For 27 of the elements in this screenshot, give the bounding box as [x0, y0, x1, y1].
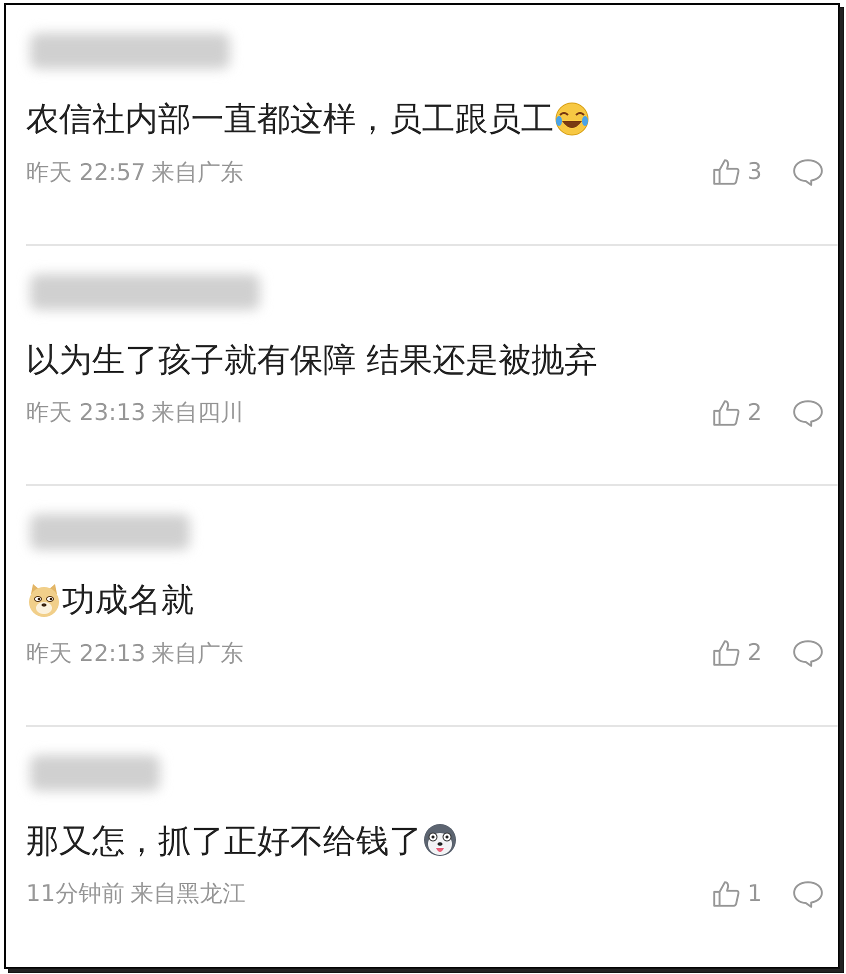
comment-location: 来自四川: [152, 399, 244, 428]
comment-location: 来自黑龙江: [130, 880, 246, 910]
comment-location: 来自广东: [152, 640, 244, 669]
like-count: 2: [747, 640, 762, 666]
comment-location: 来自广东: [152, 158, 244, 188]
comment-text: 农信社内部一直都这样，员工跟员工: [26, 99, 554, 139]
comment-bubble-icon[interactable]: [792, 157, 824, 188]
comment-time: 昨天 22:57: [26, 158, 146, 188]
laughing-crying-emoji-icon: [554, 100, 590, 137]
comment-bubble-icon[interactable]: [792, 878, 824, 909]
comment-text: 以为生了孩子就有保障 结果还是被抛弃: [26, 340, 598, 380]
dog-face-emoji-icon: [26, 582, 62, 618]
like-count: 1: [747, 880, 762, 907]
husky-emoji-icon: [422, 822, 458, 858]
like-count: 3: [747, 159, 762, 186]
thumbs-up-icon[interactable]: [711, 398, 742, 428]
comment-text: 那又怎，抓了正好不给钱了: [26, 820, 422, 860]
comment-bubble-icon[interactable]: [792, 398, 824, 428]
comment-text: 功成名就: [62, 580, 194, 620]
thumbs-up-icon[interactable]: [711, 878, 742, 909]
comment-bubble-icon[interactable]: [792, 638, 824, 668]
comment-time: 11分钟前: [26, 880, 124, 910]
like-count: 2: [747, 400, 762, 426]
comment-time: 昨天 23:13: [26, 399, 146, 428]
comment-time: 昨天 22:13: [26, 640, 146, 669]
thumbs-up-icon[interactable]: [711, 157, 742, 188]
thumbs-up-icon[interactable]: [711, 638, 742, 668]
